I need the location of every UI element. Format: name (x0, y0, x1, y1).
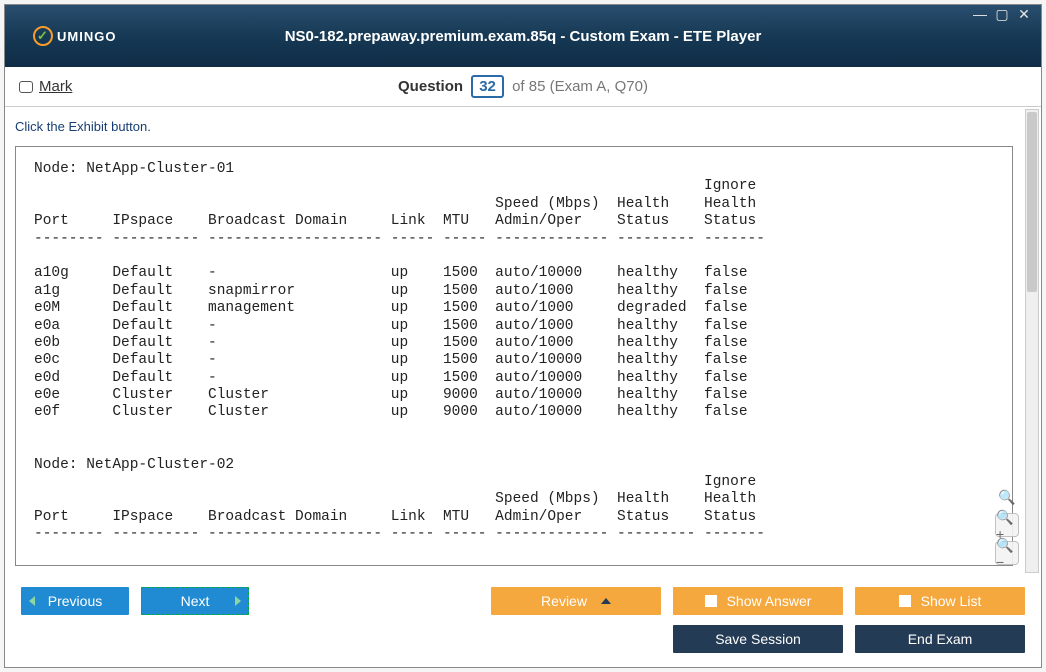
minimize-icon[interactable]: — (971, 6, 989, 23)
previous-button[interactable]: Previous (21, 587, 129, 615)
question-prefix: Question (398, 78, 463, 95)
review-button[interactable]: Review (491, 587, 661, 615)
checkbox-icon (899, 595, 911, 607)
bottom-toolbar: Previous Next Review Show Answer Show Li… (5, 575, 1041, 667)
title-bar: ✓ UMINGO NS0-182.prepaway.premium.exam.8… (5, 5, 1041, 67)
vertical-scrollbar[interactable] (1025, 109, 1039, 573)
exhibit-box: Node: NetApp-Cluster-01 Ignore Speed (Mb… (15, 146, 1013, 566)
mark-label: Mark (39, 78, 72, 95)
question-rest: of 85 (Exam A, Q70) (512, 78, 648, 95)
brand-text: UMINGO (57, 29, 116, 44)
show-answer-button[interactable]: Show Answer (673, 587, 843, 615)
zoom-reset-icon[interactable]: 🔍 (995, 485, 1019, 509)
content-area: Click the Exhibit button. Node: NetApp-C… (5, 107, 1041, 575)
question-header: Mark Question 32 of 85 (Exam A, Q70) (5, 67, 1041, 107)
zoom-tools: 🔍 🔍+ 🔍− (995, 485, 1019, 565)
brand-logo: ✓ UMINGO (33, 26, 116, 46)
window-title: NS0-182.prepaway.premium.exam.85q - Cust… (285, 28, 762, 45)
zoom-in-icon[interactable]: 🔍+ (995, 513, 1019, 537)
mark-checkbox-icon[interactable] (19, 81, 33, 93)
zoom-out-icon[interactable]: 🔍− (995, 541, 1019, 565)
maximize-icon[interactable]: ▢ (993, 6, 1011, 23)
caret-up-icon (601, 598, 611, 604)
close-icon[interactable]: ✕ (1015, 6, 1033, 23)
scrollbar-thumb[interactable] (1027, 112, 1037, 292)
logo-check-icon: ✓ (33, 26, 53, 46)
next-button[interactable]: Next (141, 587, 249, 615)
scroll-region[interactable]: Click the Exhibit button. Node: NetApp-C… (5, 107, 1023, 575)
question-number: 32 (471, 75, 504, 98)
instruction-text: Click the Exhibit button. (15, 119, 1013, 134)
checkbox-icon (705, 595, 717, 607)
save-session-button[interactable]: Save Session (673, 625, 843, 653)
show-list-button[interactable]: Show List (855, 587, 1025, 615)
app-window: ✓ UMINGO NS0-182.prepaway.premium.exam.8… (4, 4, 1042, 668)
window-controls: — ▢ ✕ (971, 6, 1033, 23)
end-exam-button[interactable]: End Exam (855, 625, 1025, 653)
mark-toggle[interactable]: Mark (19, 78, 179, 95)
